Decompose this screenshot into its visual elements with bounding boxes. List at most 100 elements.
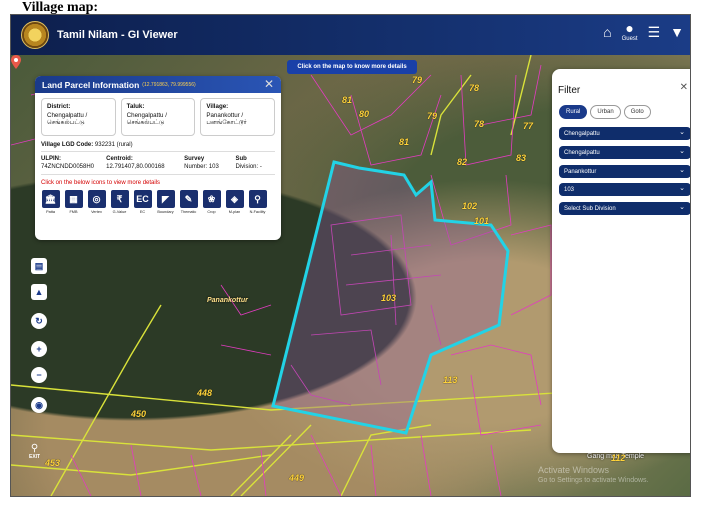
patta-label: Patta	[46, 210, 55, 214]
vertex-button[interactable]: ◎ Vertex	[87, 190, 106, 214]
survey-label: 101	[474, 216, 490, 226]
land-parcel-title: Land Parcel Information	[42, 79, 140, 90]
district-card: District: Chengalpattu / செங்கல்பட்டு	[41, 98, 116, 136]
boundary-icon: ◤	[156, 190, 175, 208]
taluk-value: Chengalpattu / செங்கல்பட்டு	[126, 112, 167, 126]
survey-label: 113	[443, 375, 458, 385]
ec-icon: EC	[133, 190, 152, 208]
chevron-down-icon: ⌄	[679, 204, 685, 211]
sub-division-select-value: Select Sub Division	[564, 205, 616, 212]
tab-urban[interactable]: Urban	[590, 105, 621, 119]
n-facility-label: N-Facility	[249, 210, 266, 214]
district-value: Chengalpattu / செங்கல்பட்டு	[47, 112, 88, 126]
g-value-icon: ₹	[110, 190, 129, 208]
admin-details: District: Chengalpattu / செங்கல்பட்டு Ta…	[35, 93, 281, 136]
exit-button[interactable]: ⚲ EXIT	[29, 443, 40, 460]
survey-label: 449	[289, 473, 305, 483]
app-window: Tamil Nilam - GI Viewer ⌂ ● Guest ☰ ▼ 79…	[10, 14, 691, 497]
survey-label: 77	[523, 121, 534, 131]
survey-label: 103	[381, 293, 397, 303]
tn-emblem-logo	[21, 21, 49, 49]
crop-button[interactable]: ❀ Crop	[202, 190, 221, 214]
boundary-button[interactable]: ◤ Boundary	[156, 190, 175, 214]
tab-goto[interactable]: Goto	[623, 105, 651, 119]
thematic-icon: ✎	[179, 190, 198, 208]
g-value-label: G-Value	[112, 210, 127, 214]
exit-pin-icon: ⚲	[30, 443, 39, 454]
divider	[41, 174, 275, 175]
taluk-select-value: Chengalpattu	[564, 149, 600, 156]
district-select-value: Chengalpattu	[564, 130, 600, 137]
locate-icon[interactable]: ◉	[31, 397, 47, 413]
tab-rural[interactable]: Rural	[559, 105, 588, 119]
ec-button[interactable]: EC EC	[133, 190, 152, 214]
survey-number-label: Survey	[184, 156, 205, 162]
survey-label: 79	[412, 75, 423, 85]
centroid-label: Centroid:	[106, 156, 133, 162]
sub-division-value: Division: -	[235, 164, 262, 170]
taluk-card: Taluk: Chengalpattu / செங்கல்பட்டு	[120, 98, 196, 136]
home-icon[interactable]: ⌂	[603, 25, 611, 39]
filter-title: Filter	[558, 85, 581, 96]
detail-icons-row: 🏛 Patta ▦ FMB ◎ Vertex ₹ G-Value EC EC ◤ Bound…	[35, 186, 281, 214]
patta-button[interactable]: 🏛 Patta	[41, 190, 60, 214]
m-plan-label: M-plan	[228, 210, 241, 214]
survey-number-value: Number: 103	[184, 164, 219, 170]
survey-label: 78	[469, 83, 480, 93]
centroid-value: 12.791407,80.000168	[106, 164, 165, 170]
survey-label: 80	[359, 109, 370, 119]
survey-label: 81	[342, 95, 353, 105]
m-plan-button[interactable]: ◈ M-plan	[225, 190, 244, 214]
divider	[41, 151, 275, 152]
filter-panel: Filter ✕ Rural Urban Goto Chengalpattu ⌄ …	[552, 69, 690, 453]
ulpin-label: ULPIN:	[41, 156, 61, 162]
survey-label: 79	[427, 111, 438, 121]
watermark-subtitle: Go to Settings to activate Windows.	[538, 477, 649, 484]
zoom-in-icon[interactable]: +	[31, 341, 47, 357]
survey-label: 450	[131, 409, 147, 419]
north-arrow-icon[interactable]: ▲	[31, 284, 47, 300]
village-value: Panankottur / பனங்கோட்டூர்	[206, 112, 247, 126]
sub-division-select[interactable]: Select Sub Division ⌄	[559, 202, 690, 215]
survey-label: 83	[516, 153, 527, 163]
boundary-label: Boundary	[157, 210, 174, 214]
n-facility-button[interactable]: ⚲ N-Facility	[248, 190, 267, 214]
parcel-attributes: ULPIN: 74ZNCNDD0058H0 Centroid: 12.79140…	[35, 155, 281, 171]
chevron-down-icon: ⌄	[679, 185, 685, 192]
district-label: District:	[47, 103, 71, 110]
survey-number-select[interactable]: 103 ⌄	[559, 183, 690, 196]
taluk-select[interactable]: Chengalpattu ⌄	[559, 146, 690, 159]
layers-icon[interactable]: ▤	[31, 258, 47, 274]
village-select-value: Panankottur	[564, 168, 597, 175]
g-value-button[interactable]: ₹ G-Value	[110, 190, 129, 214]
map-hint-banner: Click on the map to know more details	[287, 60, 417, 74]
zoom-out-icon[interactable]: −	[31, 367, 47, 383]
n-facility-icon: ⚲	[248, 190, 267, 208]
thematic-button[interactable]: ✎ Thematic	[179, 190, 198, 214]
area-type-tabs: Rural Urban Goto	[559, 105, 651, 119]
watermark-title: Activate Windows	[538, 465, 610, 475]
location-pin-icon	[11, 55, 21, 69]
close-icon[interactable]: ✕	[264, 77, 274, 91]
guest-label: Guest	[621, 36, 638, 42]
chevron-down-icon: ⌄	[679, 129, 685, 136]
user-menu[interactable]: ● Guest	[622, 21, 638, 42]
menu-icon[interactable]: ☰	[648, 25, 661, 39]
rotate-icon[interactable]: ↻	[31, 313, 47, 329]
fmb-label: FMB	[69, 210, 78, 214]
filter-icon[interactable]: ▼	[670, 25, 684, 39]
lgd-value: 932231 (rural)	[94, 142, 133, 148]
ec-label: EC	[139, 210, 146, 214]
close-icon[interactable]: ✕	[680, 82, 688, 93]
district-select[interactable]: Chengalpattu ⌄	[559, 127, 690, 140]
user-icon: ●	[625, 20, 634, 36]
crop-label: Crop	[207, 210, 216, 214]
chevron-down-icon: ⌄	[679, 148, 685, 155]
app-title: Tamil Nilam - GI Viewer	[57, 29, 178, 41]
village-name-label: Panankottur	[207, 297, 248, 304]
village-select[interactable]: Panankottur ⌄	[559, 165, 690, 178]
lgd-label: Village LGD Code:	[41, 142, 94, 148]
fmb-button[interactable]: ▦ FMB	[64, 190, 83, 214]
patta-icon: 🏛	[41, 190, 60, 208]
fmb-icon: ▦	[64, 190, 83, 208]
